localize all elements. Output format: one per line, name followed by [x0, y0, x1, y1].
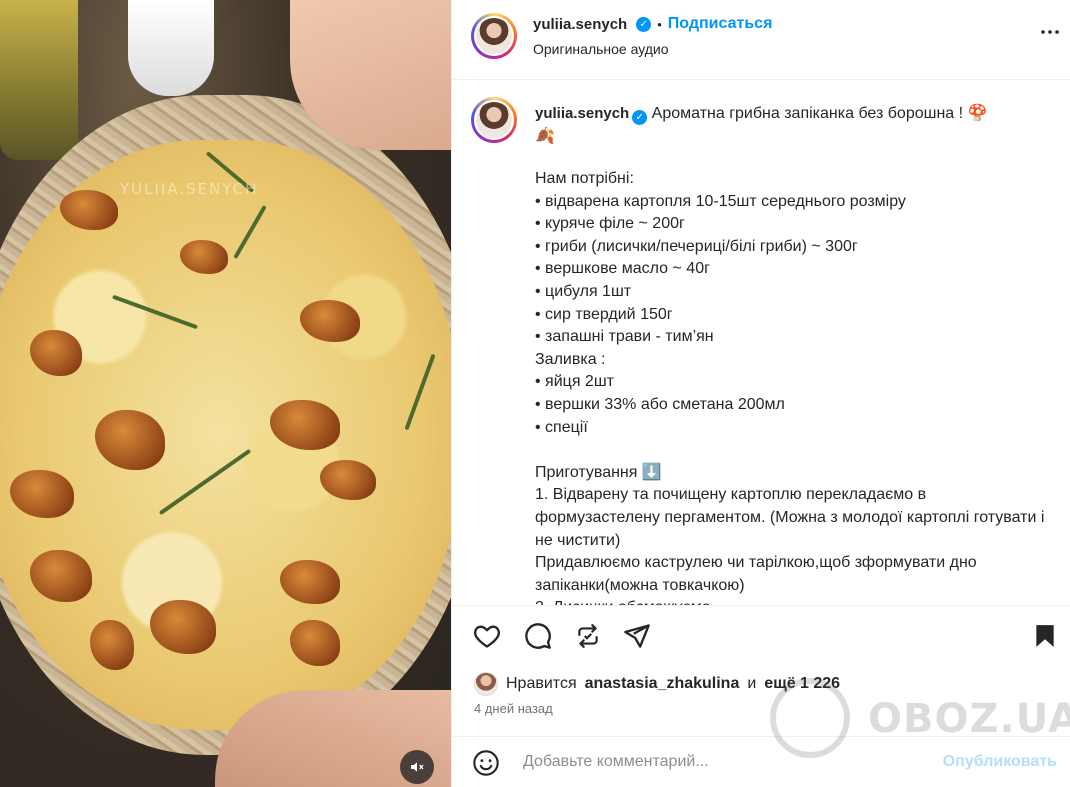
audio-link[interactable]: Оригинальное аудио [533, 41, 669, 57]
post-media[interactable]: YULIIA.SENYCH [0, 0, 451, 787]
comment-icon [525, 623, 551, 649]
like-button[interactable] [472, 621, 502, 651]
post-panel: yuliia.senych ✓ • Подписаться Оригинальн… [451, 0, 1070, 787]
likes-prefix: Нравится [506, 675, 577, 692]
verified-badge-icon: ✓ [636, 16, 652, 32]
avatar[interactable] [471, 97, 517, 143]
comment-button[interactable] [523, 621, 553, 651]
likes-summary: Нравится anastasia_zhakulina и ещё 1 226 [474, 672, 840, 696]
comment-bar: Добавьте комментарий... Опубликовать [452, 736, 1070, 787]
post-header: yuliia.senych ✓ • Подписаться Оригинальн… [452, 0, 1070, 80]
save-button[interactable] [1030, 621, 1060, 651]
caption-username[interactable]: yuliia.senych [535, 105, 629, 122]
leaf-emoji: 🍂 [535, 128, 555, 145]
heart-icon [474, 625, 500, 648]
repost-icon [578, 624, 598, 648]
follow-button[interactable]: Подписаться [668, 15, 773, 33]
caption-scroll-area[interactable]: yuliia.senych ✓ Ароматна грибна запіканка… [452, 80, 1070, 605]
verified-badge-icon: ✓ [632, 110, 648, 125]
avatar[interactable] [471, 13, 517, 59]
separator-dot: • [657, 16, 662, 32]
more-horizontal-icon [1041, 30, 1059, 34]
more-options-button[interactable] [1038, 20, 1062, 50]
post-date[interactable]: 4 дней назад [474, 701, 553, 716]
caption-header: yuliia.senych ✓ Ароматна грибна запіканка… [535, 102, 1045, 148]
publish-button[interactable]: Опубликовать [943, 753, 1057, 771]
action-bar [452, 605, 1070, 665]
smiley-icon [473, 750, 499, 776]
white-vase [128, 0, 214, 96]
share-icon [624, 624, 650, 648]
repost-button[interactable] [573, 621, 603, 651]
comment-input[interactable]: Добавьте комментарий... [523, 753, 709, 771]
emoji-button[interactable] [472, 749, 500, 782]
caption-title: Ароматна грибна запіканка без борошна ! … [651, 105, 988, 122]
share-button[interactable] [622, 621, 652, 651]
likes-count-link[interactable]: ещё 1 226 [764, 675, 840, 693]
likes-and: и [747, 675, 757, 692]
media-watermark: YULIIA.SENYCH [120, 180, 259, 198]
liker-avatar[interactable] [474, 672, 498, 696]
author-username[interactable]: yuliia.senych [533, 16, 627, 33]
casserole [0, 140, 451, 730]
caption-body: Нам потрібні: • відварена картопля 10-15… [535, 170, 1045, 605]
speaker-muted-icon [411, 762, 424, 772]
candle-jar [0, 0, 78, 160]
mute-button[interactable] [400, 750, 434, 784]
bookmark-icon [1036, 625, 1054, 647]
liker-username[interactable]: anastasia_zhakulina [585, 675, 740, 693]
